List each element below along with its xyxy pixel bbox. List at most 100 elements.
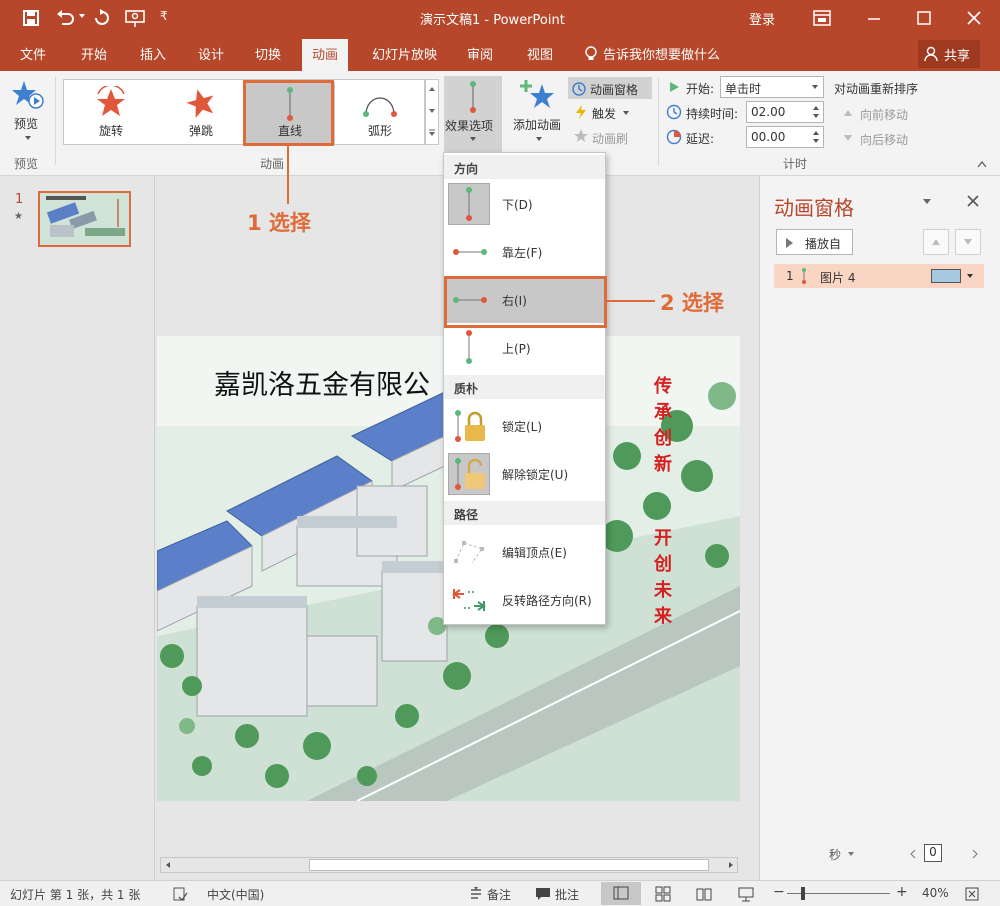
animation-list-item[interactable]: 1 图片 4 [774, 264, 984, 288]
tab-home[interactable]: 开始 [81, 44, 107, 63]
zoom-left-icon[interactable] [910, 849, 916, 859]
slideshow-icon[interactable] [738, 886, 754, 902]
chevron-up-icon[interactable] [428, 86, 436, 92]
menu-item-unlock[interactable]: 解除锁定(U) [444, 451, 605, 497]
slogan-char: 创 [654, 554, 672, 575]
play-icon [786, 238, 793, 248]
spinner-icon[interactable] [812, 129, 820, 145]
presentation-icon[interactable] [124, 8, 146, 28]
login-link[interactable]: 登录 [749, 9, 775, 28]
gallery-item-rotate[interactable]: 旋转 [66, 82, 156, 144]
zoom-out-button[interactable]: − [773, 884, 785, 900]
seconds-dropdown[interactable]: 秒 [829, 846, 841, 863]
close-icon[interactable] [966, 10, 982, 26]
move-later-button[interactable]: 向后移动 [860, 131, 908, 148]
pane-options-icon[interactable] [922, 198, 932, 206]
chevron-down-icon [812, 85, 818, 89]
normal-view-button[interactable] [601, 882, 641, 905]
animation-pane-button[interactable]: 动画窗格 [568, 77, 652, 99]
chevron-down-icon[interactable] [428, 108, 436, 114]
menu-label: 反转路径方向(R) [502, 594, 592, 608]
zoom-slider-thumb[interactable] [801, 887, 805, 900]
duration-input[interactable]: 02.00 [746, 101, 824, 123]
share-button[interactable]: 共享 [918, 40, 980, 68]
tab-animations[interactable]: 动画 [302, 39, 349, 71]
tab-transitions[interactable]: 切换 [255, 44, 281, 63]
animation-painter-button[interactable]: 动画刷 [592, 130, 628, 147]
notes-button[interactable]: 备注 [487, 886, 511, 903]
tab-design[interactable]: 设计 [198, 44, 224, 63]
tab-slideshow[interactable]: 幻灯片放映 [372, 44, 437, 63]
gallery-label: 弹跳 [188, 124, 213, 138]
menu-item-left[interactable]: 靠左(F) [444, 229, 605, 275]
menu-label: 锁定(L) [502, 420, 543, 434]
ribbon-display-icon[interactable] [813, 10, 831, 26]
collapse-ribbon-icon[interactable] [977, 160, 987, 168]
slide-sorter-icon[interactable] [655, 886, 671, 902]
chevron-down-icon[interactable] [966, 273, 974, 279]
more-icon[interactable] [428, 128, 436, 138]
menu-item-edit-points[interactable]: 编辑顶点(E) [444, 529, 605, 575]
menu-item-up[interactable]: 上(P) [444, 325, 605, 371]
effect-options-button[interactable]: 效果选项 [444, 76, 502, 152]
undo-dropdown-icon[interactable] [78, 12, 86, 20]
item-label: 图片 4 [820, 271, 856, 285]
move-earlier-button[interactable]: 向前移动 [860, 106, 908, 123]
delay-input[interactable]: 00.00 [746, 126, 824, 148]
start-select[interactable]: 单击时 [720, 76, 824, 98]
delay-value: 00.00 [751, 130, 786, 144]
spell-check-icon[interactable] [172, 886, 188, 902]
preview-star-icon [12, 81, 44, 109]
customize-qat-icon[interactable]: ₹ [160, 9, 168, 23]
language-indicator[interactable]: 中文(中国) [207, 886, 264, 903]
spinner-icon[interactable] [812, 104, 820, 120]
group-separator [55, 77, 56, 165]
gallery-item-bounce[interactable]: 弹跳 [156, 82, 246, 144]
tab-review[interactable]: 审阅 [467, 44, 493, 63]
zoom-in-button[interactable]: + [896, 884, 908, 900]
menu-label: 解除锁定(U) [502, 468, 569, 482]
redo-icon[interactable] [93, 9, 111, 27]
menu-item-lock[interactable]: 锁定(L) [444, 403, 605, 449]
tell-me-input[interactable]: 告诉我你想要做什么 [603, 44, 720, 63]
chevron-down-icon [536, 137, 542, 141]
comments-button[interactable]: 批注 [555, 886, 579, 903]
preview-label: 预览 [14, 117, 39, 131]
scroll-left-icon[interactable] [164, 861, 172, 869]
zoom-right-icon[interactable] [972, 849, 978, 859]
gallery-scroll[interactable] [425, 79, 439, 145]
reading-view-icon[interactable] [696, 886, 712, 902]
minimize-icon[interactable] [866, 10, 882, 26]
gallery-item-arc[interactable]: 弧形 [335, 82, 425, 144]
move-up-button[interactable] [923, 229, 949, 255]
play-from-button[interactable]: 播放自 [776, 229, 853, 255]
add-animation-button[interactable]: 添加动画 [510, 76, 568, 146]
menu-item-reverse[interactable]: 反转路径方向(R) [444, 577, 605, 623]
fit-slide-icon[interactable] [964, 886, 980, 902]
zoom-level[interactable]: 40% [922, 886, 949, 900]
chevron-down-icon[interactable] [847, 851, 855, 857]
menu-item-down[interactable]: 下(D) [444, 181, 605, 227]
painter-star-icon [574, 129, 588, 142]
chevron-down-icon[interactable] [622, 110, 630, 116]
move-down-button[interactable] [955, 229, 981, 255]
slide-info: 幻灯片 第 1 张，共 1 张 [10, 888, 141, 902]
delay-icon [666, 129, 682, 145]
tab-view[interactable]: 视图 [527, 44, 553, 63]
tab-insert[interactable]: 插入 [140, 44, 166, 63]
trigger-button[interactable]: 触发 [592, 105, 616, 122]
preview-button[interactable]: 预览 [6, 77, 50, 147]
chevron-down-icon [25, 136, 31, 140]
save-icon[interactable] [22, 9, 40, 27]
scroll-right-icon[interactable] [727, 861, 735, 869]
slide-thumbnail[interactable] [38, 191, 131, 247]
tab-file[interactable]: 文件 [20, 44, 46, 63]
timeline-zoom[interactable]: 0 [924, 844, 942, 862]
maximize-icon[interactable] [916, 10, 932, 26]
horizontal-scrollbar[interactable] [160, 857, 738, 873]
close-pane-icon[interactable] [966, 194, 980, 208]
slogan-char: 承 [654, 402, 672, 423]
scroll-thumb[interactable] [309, 859, 709, 871]
slide-title[interactable]: 嘉凯洛五金有限公 [214, 363, 430, 402]
undo-icon[interactable] [55, 9, 75, 27]
